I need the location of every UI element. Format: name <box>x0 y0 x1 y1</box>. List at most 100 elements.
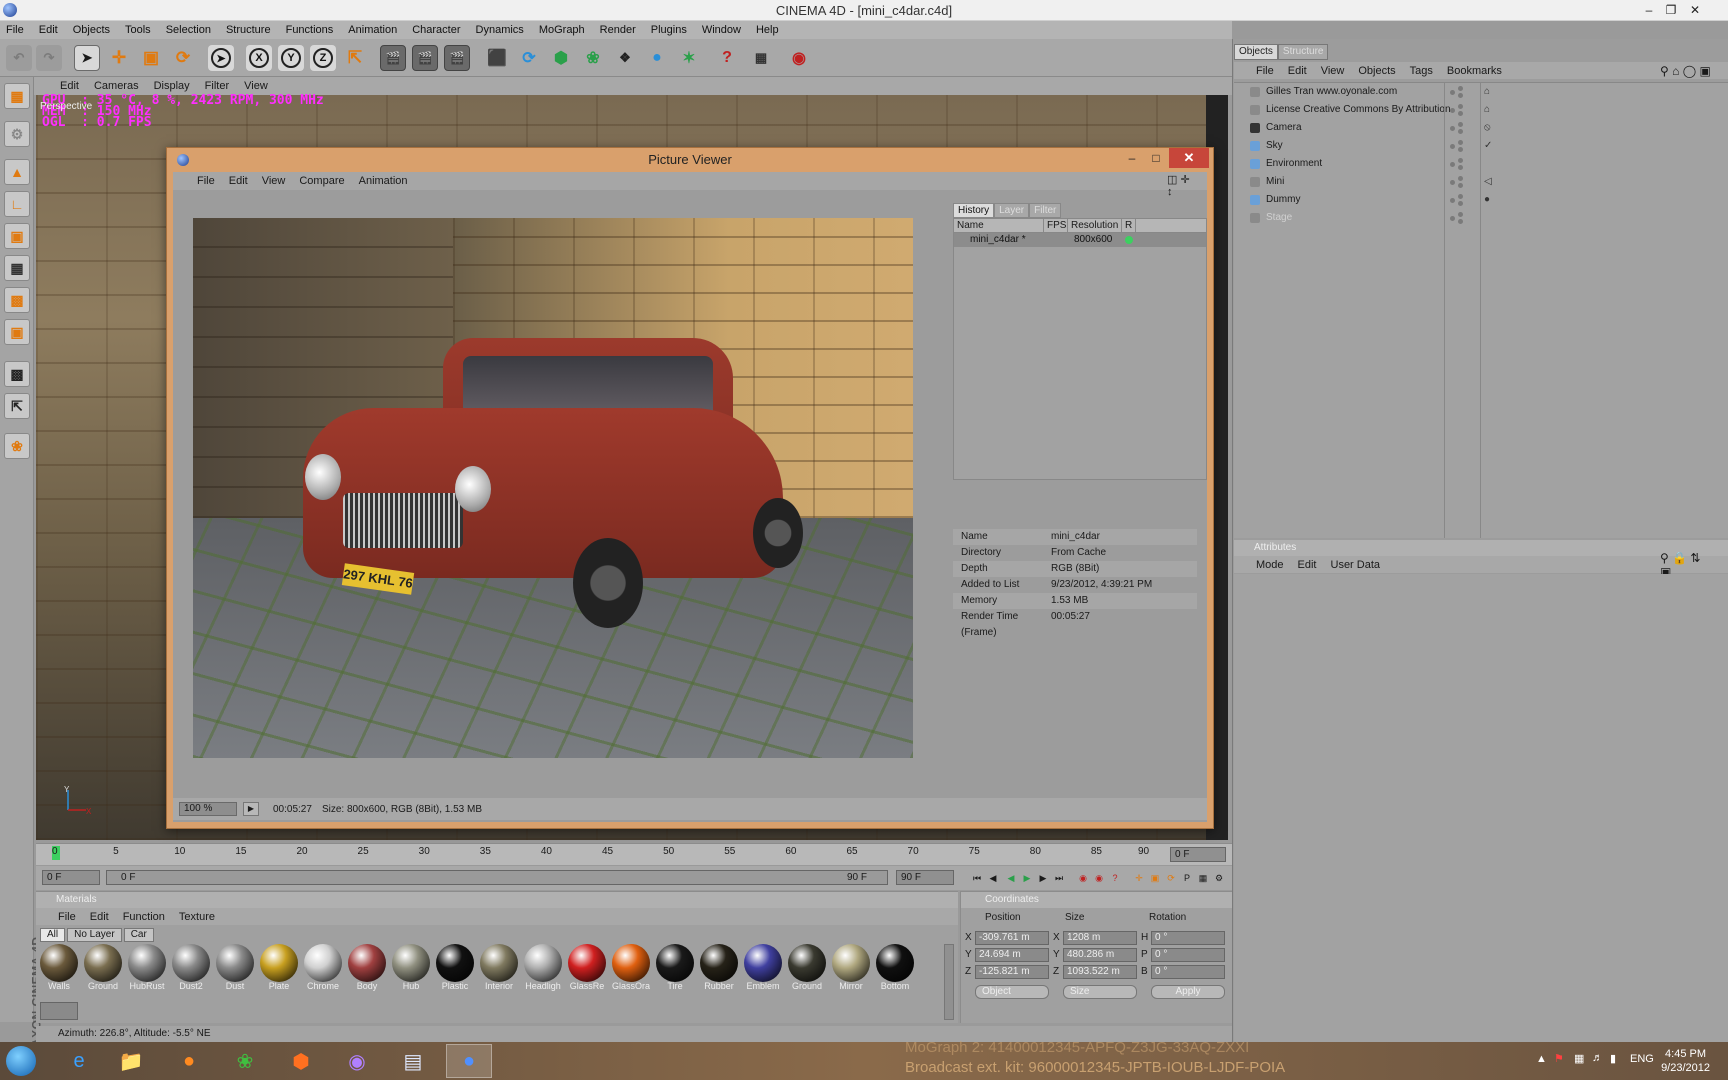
history-col-name[interactable]: Name <box>954 219 1044 232</box>
pv-menu-edit[interactable]: Edit <box>229 175 248 187</box>
object-tag-icon[interactable]: ⦸ <box>1484 122 1496 134</box>
pv-maximize-icon[interactable]: □ <box>1143 148 1169 168</box>
object-row[interactable]: Stage <box>1234 209 1728 227</box>
pv-menu-compare[interactable]: Compare <box>299 175 344 187</box>
object-tag-icon[interactable]: ✓ <box>1484 140 1496 152</box>
size-z-field[interactable]: 1093.522 m <box>1063 965 1137 979</box>
prev-key-icon[interactable]: ◀ <box>986 871 1000 885</box>
visibility-dots-icon[interactable] <box>1450 212 1464 224</box>
material-swatch[interactable]: Plastic <box>434 944 476 991</box>
object-row[interactable]: Mini ◁ <box>1234 173 1728 191</box>
material-swatch[interactable]: Mirror <box>830 944 872 991</box>
rendered-image[interactable]: 297 KHL 76 <box>193 218 913 758</box>
viewport-menu-display[interactable]: Display <box>154 80 190 92</box>
object-row[interactable]: Environment <box>1234 155 1728 173</box>
autokey-icon[interactable]: ◉ <box>1092 871 1106 885</box>
app-icon-purple[interactable]: ◉ <box>334 1044 380 1078</box>
material-swatch[interactable]: Ground <box>786 944 828 991</box>
obj-menu-view[interactable]: View <box>1321 65 1345 77</box>
menu-edit[interactable]: Edit <box>39 24 58 36</box>
z-axis-lock-icon[interactable]: Z <box>310 45 336 71</box>
tray-volume-icon[interactable]: ♬ <box>1592 1052 1603 1064</box>
pv-menu-animation[interactable]: Animation <box>359 175 408 187</box>
help-pointer-icon[interactable]: ? <box>714 45 740 71</box>
redo-icon[interactable]: ↷ <box>36 45 62 71</box>
object-tag-icon[interactable]: ● <box>1484 194 1496 206</box>
material-swatch[interactable]: Chrome <box>302 944 344 991</box>
next-frame-icon[interactable]: ▶ <box>1036 871 1050 885</box>
points-mode-icon[interactable]: ▲ <box>4 159 30 185</box>
object-row[interactable]: Gilles Tran www.oyonale.com ⌂ <box>1234 83 1728 101</box>
obj-menu-file[interactable]: File <box>1256 65 1274 77</box>
visibility-dots-icon[interactable] <box>1450 86 1464 98</box>
object-row[interactable]: Sky ✓ <box>1234 137 1728 155</box>
file-explorer-icon[interactable]: 📁 <box>108 1044 154 1078</box>
y-axis-lock-icon[interactable]: Y <box>278 45 304 71</box>
materials-menu-function[interactable]: Function <box>123 911 165 923</box>
render-picture-viewer-icon[interactable]: 🎬 <box>412 45 438 71</box>
menu-mograph[interactable]: MoGraph <box>539 24 585 36</box>
app-icon-orange[interactable]: ⬢ <box>278 1044 324 1078</box>
pv-zoom-select[interactable]: 100 % <box>179 802 237 816</box>
workplane-icon[interactable]: ⇱ <box>4 393 30 419</box>
table-row[interactable]: mini_c4dar * 800x600 <box>954 233 1206 247</box>
obj-menu-objects[interactable]: Objects <box>1358 65 1395 77</box>
material-swatch[interactable]: GlassOra <box>610 944 652 991</box>
obj-search-icon[interactable]: ⚲ ⌂ ◯ ▣ <box>1660 64 1711 78</box>
rotation-p-field[interactable]: 0 ° <box>1151 948 1225 962</box>
edges-mode-icon[interactable]: ∟ <box>4 191 30 217</box>
undo-icon[interactable]: ↶ <box>6 45 32 71</box>
preview-range-slider[interactable]: 0 F 90 F <box>106 870 888 885</box>
size-x-field[interactable]: 1208 m <box>1063 931 1137 945</box>
menu-help[interactable]: Help <box>756 24 779 36</box>
tray-clock[interactable]: 4:45 PM 9/23/2012 <box>1661 1047 1710 1075</box>
deformer-icon[interactable]: ❖ <box>612 45 638 71</box>
start-button-icon[interactable] <box>6 1046 36 1076</box>
notepad-icon[interactable]: ▤ <box>390 1044 436 1078</box>
uv-points-icon[interactable]: ▣ <box>4 319 30 345</box>
menu-file[interactable]: File <box>6 24 24 36</box>
materials-menu-file[interactable]: File <box>58 911 76 923</box>
coordinate-system-icon[interactable]: ⇱ <box>342 45 368 71</box>
viewport-menu-view[interactable]: View <box>244 80 268 92</box>
material-swatch-extra[interactable] <box>40 1002 78 1020</box>
scene-light-icon[interactable]: ✶ <box>676 45 702 71</box>
position-x-field[interactable]: -309.761 m <box>975 931 1049 945</box>
go-to-start-icon[interactable]: ⏮ <box>970 871 984 885</box>
visibility-dots-icon[interactable] <box>1450 158 1464 170</box>
keyframe-selection-icon[interactable]: ? <box>1108 871 1122 885</box>
layout-icon[interactable]: ▦ <box>748 45 774 71</box>
cinema4d-taskbar-icon[interactable]: ● <box>446 1044 492 1078</box>
material-swatch[interactable]: Interior <box>478 944 520 991</box>
material-swatch[interactable]: Body <box>346 944 388 991</box>
material-swatch[interactable]: Plate <box>258 944 300 991</box>
menu-objects[interactable]: Objects <box>73 24 110 36</box>
key-pla-icon[interactable]: ▦ <box>1196 871 1210 885</box>
spline-pen-icon[interactable]: ⟳ <box>516 45 542 71</box>
material-swatch[interactable]: Hub <box>390 944 432 991</box>
filter-all[interactable]: All <box>40 928 66 942</box>
material-swatch[interactable]: HubRust <box>126 944 168 991</box>
cube-primitive-icon[interactable]: ⬛ <box>484 45 510 71</box>
materials-menu-edit[interactable]: Edit <box>90 911 109 923</box>
end-frame-field[interactable]: 90 F <box>896 870 954 885</box>
cinema4d-logo-icon[interactable]: ◉ <box>786 45 812 71</box>
rotate-icon[interactable]: ⟳ <box>170 45 196 71</box>
position-y-field[interactable]: 24.694 m <box>975 948 1049 962</box>
obj-menu-tags[interactable]: Tags <box>1410 65 1433 77</box>
pv-menu-file[interactable]: File <box>197 175 215 187</box>
app-icon-green[interactable]: ❀ <box>222 1044 268 1078</box>
pv-play-icon[interactable]: ▶ <box>243 802 259 816</box>
materials-menu-texture[interactable]: Texture <box>179 911 215 923</box>
menu-animation[interactable]: Animation <box>348 24 397 36</box>
menu-plugins[interactable]: Plugins <box>651 24 687 36</box>
material-swatch[interactable]: Walls <box>38 944 80 991</box>
key-scale-icon[interactable]: ▣ <box>1148 871 1162 885</box>
play-icon[interactable]: ▶ <box>1020 871 1034 885</box>
attr-menu-edit[interactable]: Edit <box>1298 559 1317 571</box>
materials-scrollbar[interactable] <box>944 944 954 1020</box>
material-swatch[interactable]: Dust <box>214 944 256 991</box>
key-parameter-icon[interactable]: P <box>1180 871 1194 885</box>
filter-no-layer[interactable]: No Layer <box>67 928 122 942</box>
key-position-icon[interactable]: ✛ <box>1132 871 1146 885</box>
